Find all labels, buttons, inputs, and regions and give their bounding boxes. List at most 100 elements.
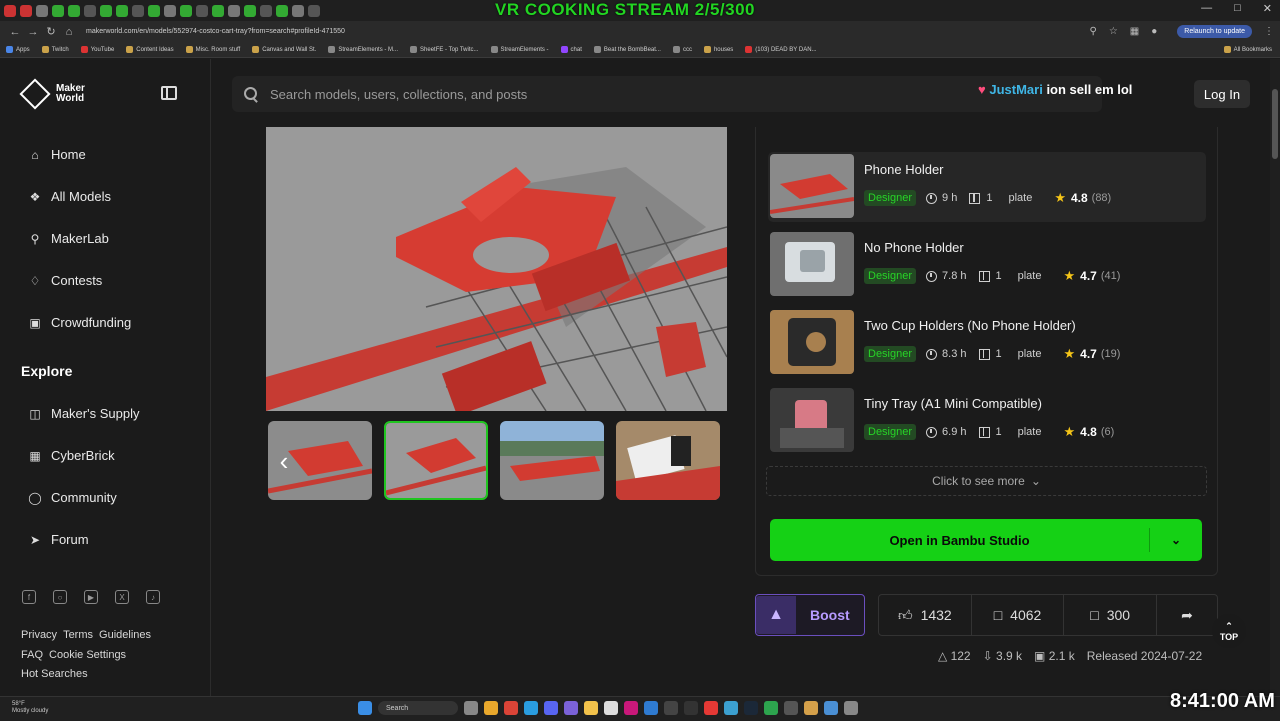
facebook-icon[interactable]: f bbox=[22, 590, 36, 604]
open-in-bambu-studio-button[interactable]: Open in Bambu Studio ⌄ bbox=[770, 519, 1202, 561]
scrollbar-thumb[interactable] bbox=[1272, 89, 1278, 159]
forward-icon[interactable]: → bbox=[24, 26, 42, 38]
bookmark-item[interactable]: Apps bbox=[6, 46, 30, 53]
sidebar-item-community[interactable]: ◯ Community bbox=[28, 490, 116, 505]
app-icon[interactable] bbox=[784, 701, 798, 715]
tab-favicon[interactable] bbox=[4, 4, 16, 17]
profile-icon[interactable]: ● bbox=[1151, 26, 1157, 37]
steam-icon[interactable] bbox=[744, 701, 758, 715]
bookmark-item[interactable]: StreamElements - M... bbox=[328, 46, 398, 53]
tab-favicon[interactable] bbox=[228, 4, 240, 17]
sidebar-item-contests[interactable]: ♢ Contests bbox=[28, 273, 103, 288]
tab-favicon[interactable] bbox=[52, 4, 64, 17]
page-scrollbar[interactable] bbox=[1270, 59, 1280, 696]
bookmark-item[interactable]: (103) DEAD BY DAN... bbox=[745, 46, 817, 53]
app-icon[interactable] bbox=[824, 701, 838, 715]
sidebar-item-crowdfunding[interactable]: ▣ Crowdfunding bbox=[28, 315, 131, 330]
tab-favicon[interactable] bbox=[132, 4, 144, 17]
reload-icon[interactable]: ↻ bbox=[42, 25, 60, 38]
share-button[interactable]: ➦ bbox=[1157, 595, 1217, 635]
thumbnail[interactable] bbox=[616, 421, 720, 500]
bookmark-item[interactable]: YouTube bbox=[80, 46, 114, 53]
app-icon[interactable] bbox=[724, 701, 738, 715]
comments-button[interactable]: □ 300 bbox=[1064, 595, 1158, 635]
chevron-left-icon[interactable]: ‹ bbox=[272, 446, 296, 476]
app-icon[interactable] bbox=[764, 701, 778, 715]
taskbar-search[interactable]: Search bbox=[378, 701, 458, 715]
thumbnail[interactable] bbox=[500, 421, 604, 500]
tab-favicon[interactable] bbox=[244, 4, 256, 17]
profile-item[interactable]: No Phone Holder Designer 7.8 h 1 plate ★… bbox=[768, 230, 1206, 300]
profile-item[interactable]: Phone Holder Designer 9 h 1 plate ★ 4.8 … bbox=[768, 152, 1206, 222]
back-icon[interactable]: ← bbox=[6, 26, 24, 38]
tab-favicon[interactable] bbox=[148, 4, 160, 17]
app-icon[interactable] bbox=[564, 701, 578, 715]
tab-favicon[interactable] bbox=[116, 4, 128, 17]
sidebar-item-all-models[interactable]: ❖ All Models bbox=[28, 189, 111, 204]
tab-favicon[interactable] bbox=[20, 4, 32, 17]
bookmark-item[interactable]: Canvas and Wall St. bbox=[252, 46, 316, 53]
bookmark-item[interactable]: Beat the BombBeat... bbox=[593, 46, 661, 53]
app-icon[interactable] bbox=[704, 701, 718, 715]
makerworld-logo[interactable]: Maker World bbox=[19, 78, 90, 110]
youtube-icon[interactable]: ▶ bbox=[84, 590, 98, 604]
tiktok-icon[interactable]: ♪ bbox=[146, 590, 160, 604]
sidebar-item-cyberbrick[interactable]: ▦ CyberBrick bbox=[28, 448, 114, 463]
app-icon[interactable] bbox=[844, 701, 858, 715]
home-browser-icon[interactable]: ⌂ bbox=[60, 26, 78, 38]
bookmark-item[interactable]: houses bbox=[703, 46, 733, 53]
chevron-down-icon[interactable]: ⌄ bbox=[1150, 533, 1202, 547]
all-bookmarks-button[interactable]: All Bookmarks bbox=[1223, 46, 1272, 53]
profile-item[interactable]: Two Cup Holders (No Phone Holder) Design… bbox=[768, 308, 1206, 378]
app-icon[interactable] bbox=[684, 701, 698, 715]
relaunch-button[interactable]: Relaunch to update bbox=[1177, 25, 1252, 38]
instagram-icon[interactable]: ○ bbox=[53, 590, 67, 604]
tab-favicon[interactable] bbox=[196, 4, 208, 17]
tab-favicon[interactable] bbox=[36, 4, 48, 17]
tab-favicon[interactable] bbox=[308, 4, 320, 17]
tab-favicon[interactable] bbox=[292, 4, 304, 17]
app-icon[interactable] bbox=[644, 701, 658, 715]
see-more-button[interactable]: Click to see more ⌄ bbox=[766, 466, 1207, 496]
bookmark-item[interactable]: SheetFE - Top Twitc... bbox=[410, 46, 479, 53]
sidebar-item-home[interactable]: ⌂ Home bbox=[28, 147, 85, 162]
privacy-link[interactable]: Privacy bbox=[21, 629, 57, 641]
folder-icon[interactable] bbox=[584, 701, 598, 715]
start-icon[interactable] bbox=[358, 701, 372, 715]
edge-icon[interactable] bbox=[524, 701, 538, 715]
login-button[interactable]: Log In bbox=[1194, 80, 1250, 108]
tab-favicon[interactable] bbox=[180, 4, 192, 17]
bookmark-item[interactable]: Twitch bbox=[41, 46, 69, 53]
extensions-icon[interactable]: ▦ bbox=[1130, 26, 1139, 37]
boost-button[interactable]: ▲ Boost bbox=[755, 594, 865, 636]
tab-favicon[interactable] bbox=[260, 4, 272, 17]
bookmark-item[interactable]: chat bbox=[560, 46, 582, 53]
url-field[interactable]: makerworld.com/en/models/552974-costco-c… bbox=[86, 28, 1089, 35]
back-to-top-button[interactable]: ⌃ TOP bbox=[1212, 614, 1246, 648]
sidebar-item-makerlab[interactable]: ⚲ MakerLab bbox=[28, 231, 109, 246]
tab-favicon[interactable] bbox=[276, 4, 288, 17]
sidebar-item-makers-supply[interactable]: ◫ Maker's Supply bbox=[28, 406, 139, 421]
hot-searches-link[interactable]: Hot Searches bbox=[21, 668, 88, 680]
app-icon[interactable] bbox=[604, 701, 618, 715]
bookmark-star-icon[interactable]: ☆ bbox=[1109, 26, 1118, 37]
cookie-settings-link[interactable]: Cookie Settings bbox=[49, 649, 126, 661]
close-icon[interactable]: ✕ bbox=[1263, 2, 1272, 15]
chrome-icon[interactable] bbox=[504, 701, 518, 715]
tab-favicon[interactable] bbox=[212, 4, 224, 17]
minimize-icon[interactable]: — bbox=[1201, 2, 1212, 15]
search-input[interactable]: Search models, users, collections, and p… bbox=[270, 87, 527, 102]
app-icon[interactable] bbox=[624, 701, 638, 715]
search-bar[interactable]: Search models, users, collections, and p… bbox=[232, 76, 1102, 112]
guidelines-link[interactable]: Guidelines bbox=[99, 629, 151, 641]
bookmark-item[interactable]: StreamElements - bbox=[490, 46, 549, 53]
model-main-image[interactable] bbox=[266, 127, 727, 411]
profile-item[interactable]: Tiny Tray (A1 Mini Compatible) Designer … bbox=[768, 386, 1206, 456]
faq-link[interactable]: FAQ bbox=[21, 649, 43, 661]
tab-favicon[interactable] bbox=[84, 4, 96, 17]
thumbnail-active[interactable] bbox=[384, 421, 488, 500]
app-icon[interactable] bbox=[804, 701, 818, 715]
menu-icon[interactable]: ⋮ bbox=[1264, 26, 1274, 37]
app-icon[interactable] bbox=[464, 701, 478, 715]
discord-icon[interactable] bbox=[544, 701, 558, 715]
